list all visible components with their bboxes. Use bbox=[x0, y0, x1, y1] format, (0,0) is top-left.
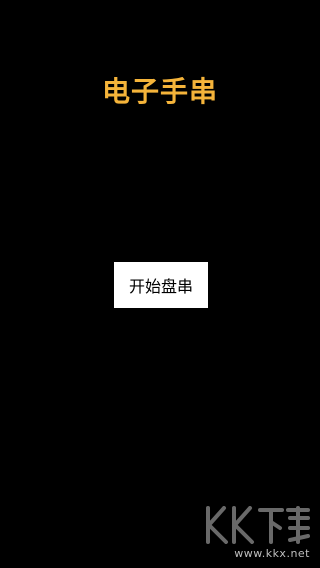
start-button[interactable]: 开始盘串 bbox=[114, 262, 208, 308]
page-title: 电子手串 bbox=[101, 75, 218, 108]
app-screen: 电子手串 开始盘串 www.kkx.net bbox=[0, 0, 320, 568]
watermark-url: www.kkx.net bbox=[234, 547, 310, 560]
